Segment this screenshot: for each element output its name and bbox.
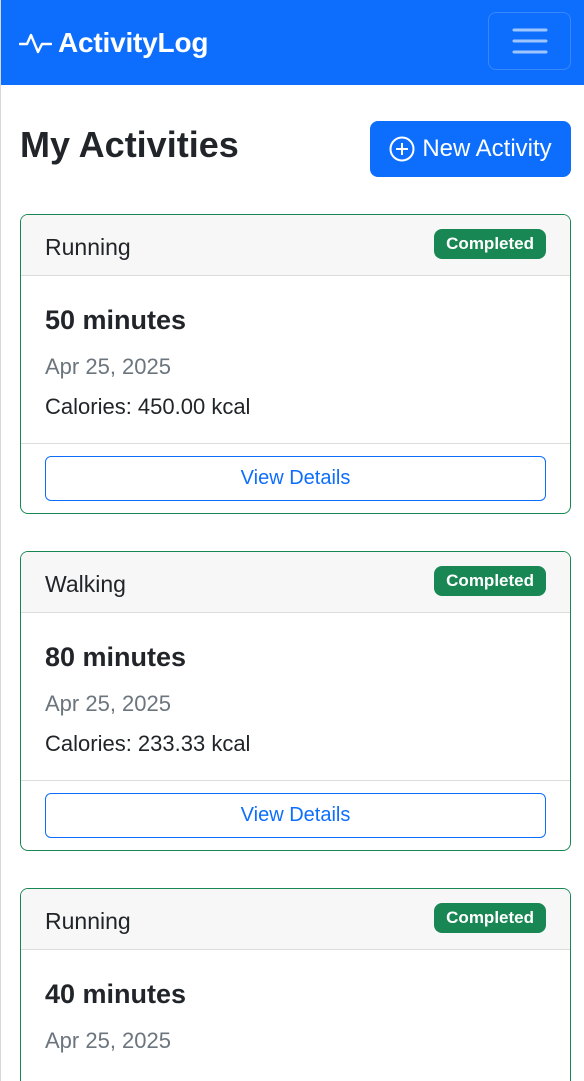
activity-calories: Calories: 233.33 kcal	[45, 731, 251, 756]
navbar: ActivityLog	[1, 0, 584, 85]
activity-type: Running	[45, 907, 131, 934]
menu-toggle-button[interactable]	[488, 11, 571, 70]
status-badge: Completed	[434, 902, 546, 933]
activity-duration: 50 minutes	[45, 305, 187, 335]
activity-card-body: 80 minutes Apr 25, 2025 Calories: 233.33…	[21, 613, 570, 780]
activity-card-header: Running Completed	[21, 215, 570, 276]
activity-card: Running Completed 50 minutes Apr 25, 202…	[20, 214, 571, 514]
activity-pulse-icon	[19, 30, 52, 56]
activity-card-footer: View Details	[21, 780, 570, 850]
activity-list: Running Completed 50 minutes Apr 25, 202…	[1, 214, 584, 1081]
hamburger-menu-icon	[512, 26, 548, 56]
activity-calories: Calories: 450.00 kcal	[45, 394, 251, 419]
view-details-button[interactable]: View Details	[45, 793, 546, 838]
status-badge: Completed	[434, 565, 546, 596]
new-activity-label: New Activity	[422, 135, 552, 162]
activity-duration: 40 minutes	[45, 979, 187, 1009]
brand-link[interactable]: ActivityLog	[19, 27, 208, 59]
page-header: My Activities New Activity	[1, 121, 584, 177]
activity-card: Walking Completed 80 minutes Apr 25, 202…	[20, 551, 571, 851]
activity-card-header: Walking Completed	[21, 552, 570, 613]
plus-circle-icon	[389, 136, 415, 162]
brand-name: ActivityLog	[58, 26, 209, 58]
activity-card-footer: View Details	[21, 443, 570, 513]
activity-card-body: 40 minutes Apr 25, 2025	[21, 950, 570, 1081]
activity-date: Apr 25, 2025	[45, 1028, 171, 1053]
activity-card-header: Running Completed	[21, 889, 570, 950]
activity-date: Apr 25, 2025	[45, 354, 171, 379]
activity-duration: 80 minutes	[45, 642, 187, 672]
activity-card-body: 50 minutes Apr 25, 2025 Calories: 450.00…	[21, 276, 570, 443]
activity-type: Running	[45, 233, 131, 260]
status-badge: Completed	[434, 228, 546, 259]
activity-type: Walking	[45, 570, 126, 597]
page: ActivityLog My Activities New Activity R…	[0, 0, 584, 1081]
page-title: My Activities	[20, 124, 239, 165]
activity-date: Apr 25, 2025	[45, 691, 171, 716]
activity-card: Running Completed 40 minutes Apr 25, 202…	[20, 888, 571, 1081]
new-activity-button[interactable]: New Activity	[370, 121, 571, 177]
view-details-button[interactable]: View Details	[45, 456, 546, 501]
